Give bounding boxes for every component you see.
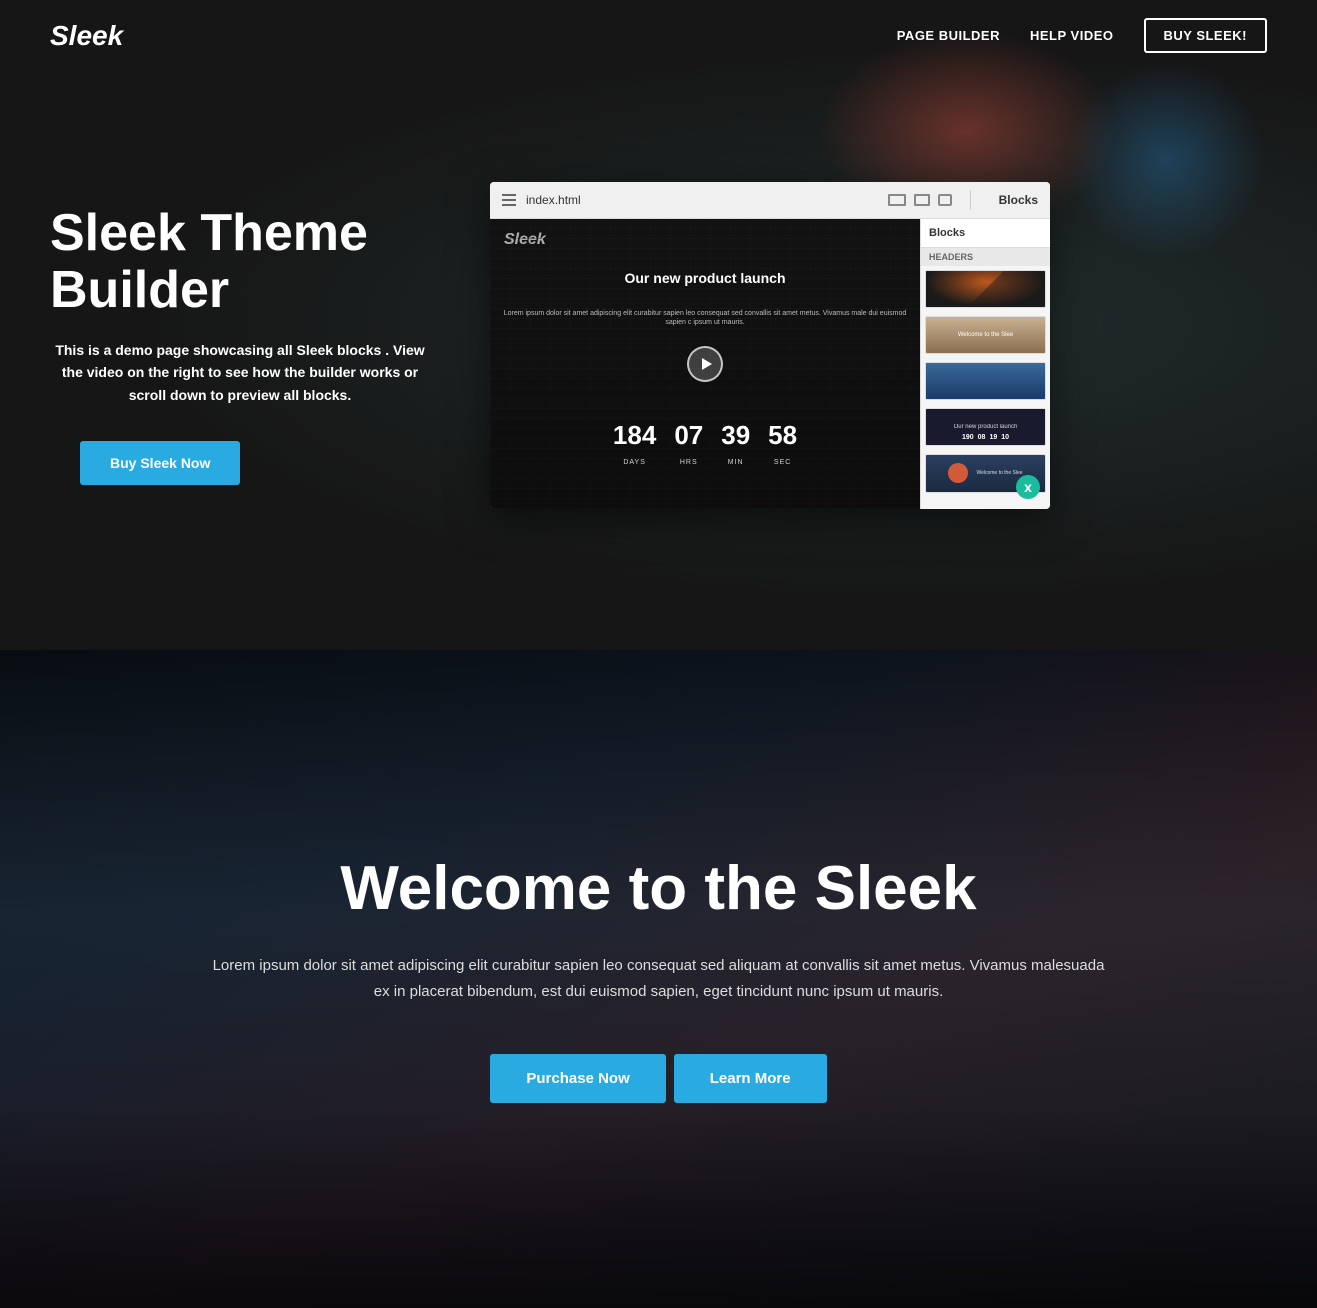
preview-url-bar: index.html bbox=[526, 193, 878, 207]
builder-preview-window: index.html Blocks Sleek Our new product … bbox=[490, 182, 1050, 509]
countdown-days-num: 184 bbox=[613, 420, 656, 451]
preview-headline: Our new product launch bbox=[504, 269, 906, 287]
header: Sleek PAGE BUILDER HELP VIDEO BUY SLEEK! bbox=[0, 0, 1317, 71]
welcome-title: Welcome to the Sleek bbox=[340, 855, 976, 923]
countdown-hrs-label: HRS bbox=[680, 459, 698, 466]
countdown-sec-label: SEC bbox=[774, 459, 791, 466]
blocks-close-button[interactable]: x bbox=[1016, 475, 1040, 499]
nav-page-builder[interactable]: PAGE BUILDER bbox=[897, 28, 1000, 43]
blocks-panel-header: Blocks bbox=[921, 219, 1050, 248]
welcome-buttons: Purchase Now Learn More bbox=[490, 1054, 826, 1103]
countdown-hrs-num: 07 bbox=[674, 420, 703, 451]
preview-device-icons bbox=[888, 194, 952, 206]
hero-description: This is a demo page showcasing all Sleek… bbox=[50, 339, 430, 406]
purchase-now-button[interactable]: Purchase Now bbox=[490, 1054, 665, 1103]
hero-title: Sleek Theme Builder bbox=[50, 205, 430, 319]
countdown-sec: 58 SEC bbox=[768, 420, 797, 469]
hero-cta-button[interactable]: Buy Sleek Now bbox=[80, 441, 240, 485]
block-thumb-2[interactable]: Welcome to the Slee bbox=[925, 316, 1046, 354]
blocks-section-label: HEADERS bbox=[921, 248, 1050, 266]
divider bbox=[970, 190, 971, 210]
mini-countdown-19: 19 bbox=[989, 434, 997, 441]
mobile-icon[interactable] bbox=[938, 194, 952, 206]
blocks-panel-title: Blocks bbox=[989, 193, 1038, 207]
countdown-days-label: DAYS bbox=[623, 459, 646, 466]
preview-body: Sleek Our new product launch Lorem ipsum… bbox=[490, 219, 1050, 509]
nav-buy-sleek[interactable]: BUY SLEEK! bbox=[1144, 18, 1268, 53]
countdown-min-num: 39 bbox=[721, 420, 750, 451]
countdown-min: 39 MIN bbox=[721, 420, 750, 469]
welcome-description: Lorem ipsum dolor sit amet adipiscing el… bbox=[209, 953, 1109, 1004]
preview-lorem-text: Lorem ipsum dolor sit amet adipiscing el… bbox=[498, 309, 912, 329]
welcome-section: Welcome to the Sleek Lorem ipsum dolor s… bbox=[0, 650, 1317, 1308]
preview-play-button[interactable] bbox=[687, 346, 723, 382]
hero-content: Sleek Theme Builder This is a demo page … bbox=[0, 82, 1317, 569]
blocks-close-area: x bbox=[921, 497, 1050, 509]
monitor-icon[interactable] bbox=[888, 194, 906, 206]
countdown-days: 184 DAYS bbox=[613, 420, 656, 469]
main-nav: PAGE BUILDER HELP VIDEO BUY SLEEK! bbox=[897, 18, 1267, 53]
hero-section: Sleek Theme Builder This is a demo page … bbox=[0, 0, 1317, 650]
preview-titlebar: index.html Blocks bbox=[490, 182, 1050, 219]
hero-text-block: Sleek Theme Builder This is a demo page … bbox=[50, 205, 430, 486]
tablet-icon[interactable] bbox=[914, 194, 930, 206]
countdown-hrs: 07 HRS bbox=[674, 420, 703, 469]
block-thumb-4[interactable]: Our new product launch 190 08 19 10 bbox=[925, 408, 1046, 446]
preview-canvas: Sleek Our new product launch Lorem ipsum… bbox=[490, 219, 920, 509]
welcome-horizon bbox=[0, 1108, 1317, 1308]
blocks-panel: Blocks HEADERS Welcome to the Slee bbox=[920, 219, 1050, 509]
mini-countdown-190: 190 bbox=[962, 434, 974, 441]
mini-countdown-08: 08 bbox=[978, 434, 986, 441]
block-thumb-1[interactable] bbox=[925, 270, 1046, 308]
countdown-min-label: MIN bbox=[728, 459, 744, 466]
preview-countdown: 184 DAYS 07 HRS 39 MIN 58 bbox=[490, 420, 920, 469]
site-logo: Sleek bbox=[50, 20, 123, 52]
countdown-sec-num: 58 bbox=[768, 420, 797, 451]
mini-countdown-10: 10 bbox=[1001, 434, 1009, 441]
block-thumb-3[interactable] bbox=[925, 362, 1046, 400]
nav-help-video[interactable]: HELP VIDEO bbox=[1030, 28, 1114, 43]
learn-more-button[interactable]: Learn More bbox=[674, 1054, 827, 1103]
preview-hamburger-icon[interactable] bbox=[502, 194, 516, 206]
